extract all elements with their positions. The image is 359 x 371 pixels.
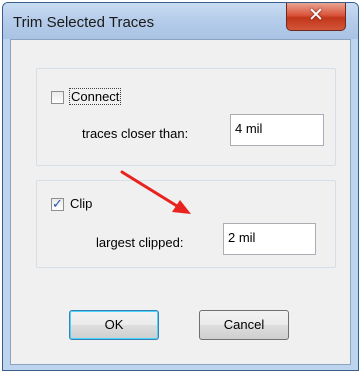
arrow-head — [172, 200, 191, 214]
arrow-shaft — [120, 170, 179, 208]
red-arrow-annotation — [120, 170, 191, 214]
